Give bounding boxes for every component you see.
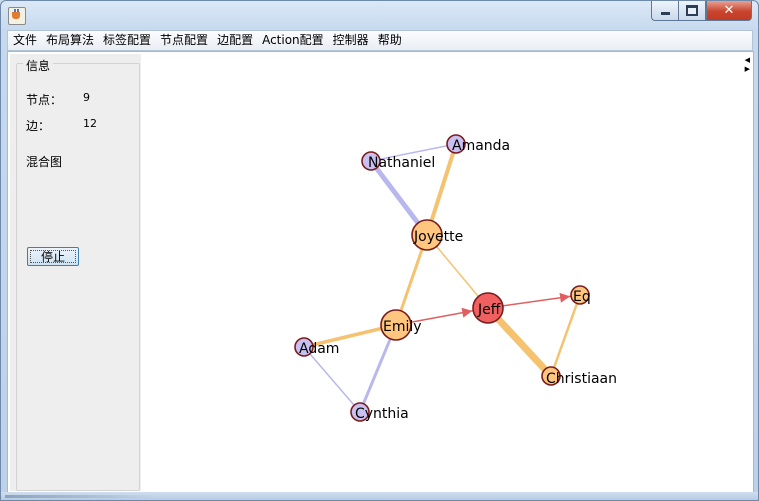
close-icon: ✕ — [723, 3, 735, 18]
nodes-count-value: 9 — [83, 91, 90, 104]
maximize-button[interactable] — [678, 1, 706, 21]
menu-file[interactable]: 文件 — [8, 31, 41, 50]
edges-count-label: 边： — [26, 119, 51, 133]
minimize-button[interactable] — [651, 1, 678, 21]
menu-action-config[interactable]: Action配置 — [257, 31, 328, 50]
main-content: 信息 节点： 9 边： 12 混合图 停止 ◀ ▶ Nathaniel Amanda… — [7, 51, 754, 494]
info-group-title: 信息 — [23, 57, 54, 74]
menu-help[interactable]: 帮助 — [373, 31, 406, 50]
node-label-christiaan: Christiaan — [546, 371, 617, 387]
node-label-cynthia: Cynthia — [355, 406, 409, 422]
node-label-adam: Adam — [299, 341, 339, 357]
graph-canvas[interactable]: ◀ ▶ Nathaniel Amanda Joyette Jeff Eq Emily Adam… — [143, 52, 753, 493]
menu-controller[interactable]: 控制器 — [328, 31, 373, 50]
minimize-icon — [660, 12, 670, 15]
menu-bar: 文件 布局算法 标签配置 节点配置 边配置 Action配置 控制器 帮助 — [7, 30, 753, 51]
window-controls: ✕ — [651, 1, 752, 21]
graph-edge-eq-christiaan[interactable] — [549, 293, 582, 378]
stop-button[interactable]: 停止 — [27, 247, 79, 266]
node-label-joyette: Joyette — [413, 229, 463, 245]
collapse-arrows-icon[interactable]: ◀ ▶ — [745, 56, 750, 74]
nodes-count-label: 节点： — [26, 93, 63, 107]
info-panel: 信息 节点： 9 边： 12 混合图 停止 — [10, 54, 141, 491]
title-bar[interactable]: ✕ — [1, 1, 758, 29]
node-label-nathaniel: Nathaniel — [368, 155, 435, 171]
node-label-eq: Eq — [573, 289, 591, 305]
menu-node-config[interactable]: 节点配置 — [155, 31, 212, 50]
node-label-jeff: Jeff — [477, 302, 501, 318]
java-app-icon[interactable] — [8, 7, 26, 25]
menu-edge-config[interactable]: 边配置 — [212, 31, 257, 50]
graph-svg[interactable]: Nathaniel Amanda Joyette Jeff Eq Emily Adam Chr… — [143, 52, 753, 493]
info-group: 信息 节点： 9 边： 12 混合图 停止 — [16, 57, 140, 491]
app-window: ✕ 文件 布局算法 标签配置 节点配置 边配置 Action配置 控制器 帮助 … — [0, 0, 759, 501]
close-button[interactable]: ✕ — [706, 1, 752, 21]
edges-count-value: 12 — [83, 117, 97, 130]
menu-label-config[interactable]: 标签配置 — [98, 31, 155, 50]
menu-layout-algorithm[interactable]: 布局算法 — [41, 31, 98, 50]
maximize-icon — [686, 5, 698, 16]
graph-type-label: 混合图 — [26, 155, 63, 169]
node-label-amanda: Amanda — [452, 138, 510, 154]
node-label-emily: Emily — [383, 319, 422, 335]
status-bar — [1, 492, 758, 500]
